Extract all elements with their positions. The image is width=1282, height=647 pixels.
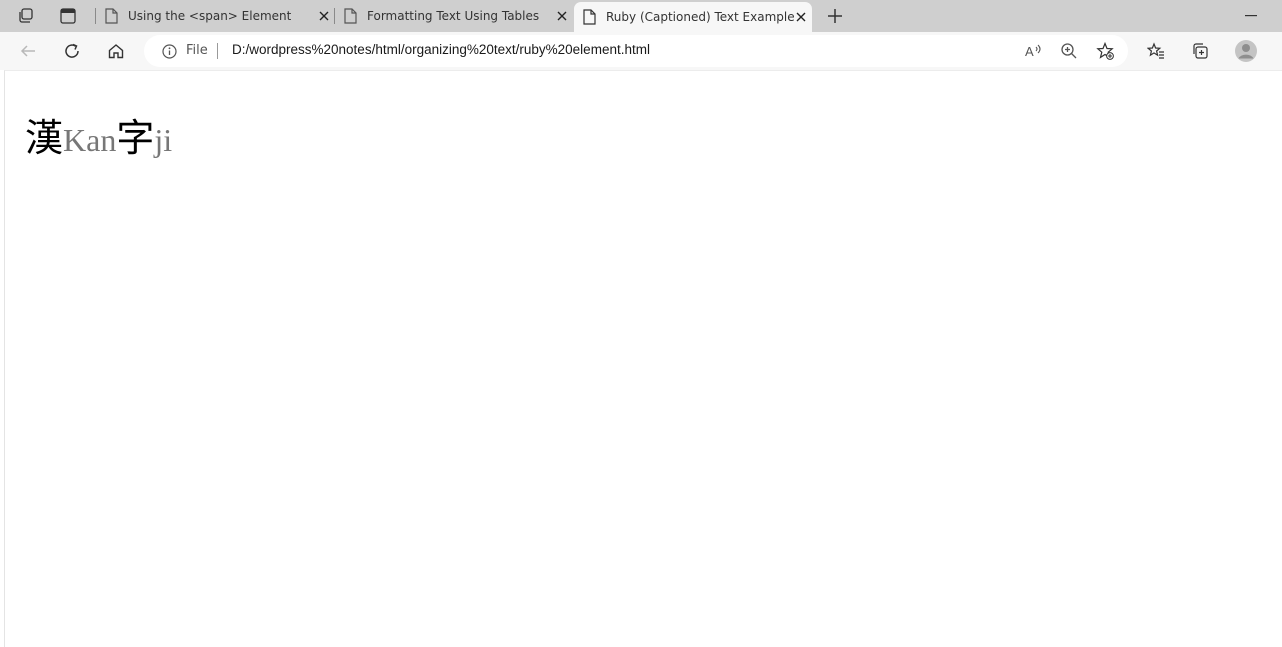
close-tab-icon[interactable] [316, 8, 332, 24]
browser-toolbar: File D:/wordpress%20notes/html/organizin… [0, 32, 1282, 70]
ruby-text-1: Kan [63, 122, 117, 158]
read-aloud-icon[interactable]: A [1022, 41, 1044, 61]
info-icon[interactable] [162, 44, 177, 59]
tab-actions-icon[interactable] [55, 4, 81, 28]
tab-title: Using the <span> Element [128, 9, 292, 23]
page-file-icon [582, 9, 596, 25]
ruby-annotation-line: 漢Kan字ji [25, 113, 172, 165]
address-divider [217, 43, 218, 59]
refresh-icon[interactable] [58, 37, 86, 65]
page-content: 漢Kan字ji [4, 70, 1282, 647]
home-icon[interactable] [102, 37, 130, 65]
workspaces-icon[interactable] [13, 4, 39, 28]
zoom-icon[interactable] [1058, 41, 1080, 61]
add-favorite-icon[interactable] [1094, 41, 1116, 61]
address-bar[interactable]: File D:/wordpress%20notes/html/organizin… [144, 35, 1128, 67]
svg-text:A: A [1025, 44, 1034, 59]
page-file-icon [343, 8, 357, 24]
ruby-text-2: ji [154, 122, 173, 158]
ruby-base-1: 漢 [25, 116, 64, 160]
tab-bar: Using the <span> Element Formatting Text… [0, 0, 1282, 32]
scheme-label: File [186, 43, 208, 58]
new-tab-icon[interactable] [824, 6, 846, 26]
page-file-icon [104, 8, 118, 24]
profile-avatar[interactable] [1232, 37, 1260, 65]
tab-ruby-example[interactable]: Ruby (Captioned) Text Example [574, 2, 812, 32]
close-tab-icon[interactable] [793, 9, 809, 25]
tab-title: Ruby (Captioned) Text Example [606, 10, 795, 24]
collections-icon[interactable] [1186, 37, 1214, 65]
close-tab-icon[interactable] [554, 8, 570, 24]
back-arrow-icon[interactable] [14, 37, 42, 65]
favorites-icon[interactable] [1142, 37, 1170, 65]
tab-title: Formatting Text Using Tables [367, 9, 540, 23]
url-text[interactable]: D:/wordpress%20notes/html/organizing%20t… [232, 42, 650, 57]
tab-span-element[interactable]: Using the <span> Element [96, 0, 334, 32]
minimize-icon[interactable] [1238, 8, 1264, 24]
ruby-base-2: 字 [116, 116, 155, 160]
tab-formatting-tables[interactable]: Formatting Text Using Tables [335, 0, 573, 32]
